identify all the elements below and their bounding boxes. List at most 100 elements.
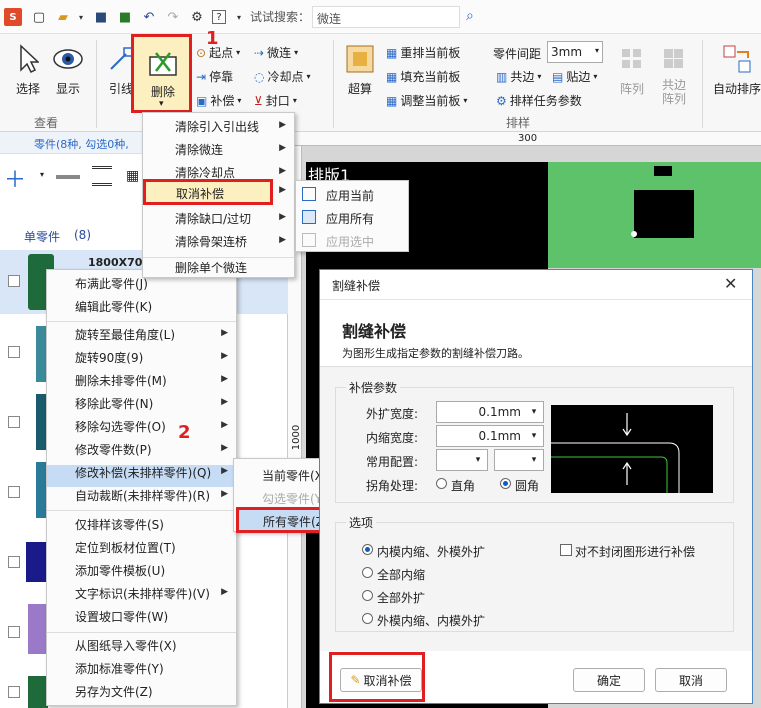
unclosed-shapes-checkbox[interactable]: [560, 544, 572, 556]
common-config-select-2[interactable]: ▾: [494, 449, 544, 471]
remove-part-icon[interactable]: [56, 175, 80, 179]
corner-round-radio[interactable]: [500, 478, 511, 489]
open-folder-icon[interactable]: ▰: [54, 8, 72, 26]
common-edge-button[interactable]: ▥ 共边 ▾: [496, 68, 541, 85]
delete-menu-item[interactable]: 清除引入引出线: [175, 118, 259, 135]
context-menu-item[interactable]: 添加标准零件(Y): [75, 660, 164, 677]
context-menu-item[interactable]: 编辑此零件(K): [75, 298, 152, 315]
cancel-compensation-submenu: 应用当前 应用所有 应用选中: [295, 180, 409, 252]
part-checkbox[interactable]: [8, 486, 20, 498]
fill-board-button[interactable]: ▦ 填充当前板: [386, 68, 460, 85]
context-menu-item[interactable]: 修改零件数(P): [75, 441, 152, 458]
single-parts-label: 单零件: [24, 230, 61, 244]
seal-button[interactable]: ⊻ 封口 ▾: [254, 92, 297, 109]
spacing-select[interactable]: 3mm ▾: [547, 41, 603, 63]
add-part-icon[interactable]: ＋: [4, 162, 26, 194]
cooling-point-button[interactable]: ◌ 冷却点 ▾: [254, 68, 311, 85]
help-icon[interactable]: ?: [212, 10, 226, 24]
dialog-title: 割缝补偿: [332, 279, 381, 293]
close-icon[interactable]: ✕: [724, 274, 737, 293]
search-icon[interactable]: ⌕: [466, 8, 474, 24]
part-checkbox[interactable]: [8, 626, 20, 638]
delete-menu-item[interactable]: 清除骨架连桥: [175, 233, 247, 250]
option-outer-shrink-inner-expand-radio[interactable]: [362, 613, 373, 624]
micro-joint-button[interactable]: ⇢ 微连 ▾: [254, 44, 298, 61]
undo-icon[interactable]: ↶: [140, 8, 158, 26]
apply-selected-item[interactable]: 应用选中: [326, 233, 374, 250]
save-as-icon[interactable]: ■: [116, 8, 134, 26]
context-menu-item[interactable]: 另存为文件(Z): [75, 683, 153, 700]
save-icon[interactable]: ■: [92, 8, 110, 26]
context-menu-item[interactable]: 删除未排零件(M): [75, 372, 167, 389]
context-menu-item[interactable]: 布满此零件(J): [75, 275, 148, 292]
auto-sort-button[interactable]: 自动排序: [712, 42, 761, 97]
list-view-toggle-icon[interactable]: ▦: [126, 168, 139, 184]
context-menu-item[interactable]: 定位到板材位置(T): [75, 539, 176, 556]
part-checkbox[interactable]: [8, 346, 20, 358]
context-menu-item[interactable]: 旋转至最佳角度(L): [75, 326, 175, 343]
delete-menu-item[interactable]: 清除微连: [175, 141, 223, 158]
delete-button[interactable]: 删除 ▾: [131, 34, 192, 113]
context-menu-item[interactable]: 移除此零件(N): [75, 395, 153, 412]
add-dropdown-icon[interactable]: ▾: [40, 170, 44, 179]
app-logo-icon[interactable]: S: [4, 8, 22, 26]
stop-button[interactable]: ⇥ 停靠: [196, 68, 233, 85]
context-menu-item[interactable]: 仅排样该零件(S): [75, 516, 164, 533]
delete-menu-item[interactable]: 清除缺口/过切: [175, 210, 251, 227]
context-menu-item[interactable]: 移除勾选零件(O): [75, 418, 166, 435]
start-point-button[interactable]: ⊙ 起点 ▾: [196, 44, 240, 61]
part-context-menu: 布满此零件(J) 编辑此零件(K) 旋转至最佳角度(L) ▶ 旋转90度(9) ▶ 删除未排…: [46, 269, 237, 706]
option-all-expand-radio[interactable]: [362, 590, 373, 601]
part-checkbox[interactable]: [8, 416, 20, 428]
array-button[interactable]: 阵列: [616, 46, 648, 97]
part-checkbox[interactable]: [8, 686, 20, 698]
context-menu-item[interactable]: 自动裁断(未排样零件)(R): [75, 487, 210, 504]
cancel-button[interactable]: 取消: [655, 668, 727, 692]
search-input[interactable]: 微连: [312, 6, 460, 28]
option-inner-shrink-outer-expand-radio[interactable]: [362, 544, 373, 555]
submenu-current-part[interactable]: 当前零件(X): [262, 467, 328, 484]
context-menu-item[interactable]: 从图纸导入零件(X): [75, 637, 177, 654]
select-button[interactable]: 选择: [10, 42, 46, 97]
adjust-board-label: 调整当前板: [400, 94, 461, 108]
list-view-icon[interactable]: [92, 166, 112, 186]
compensation-button[interactable]: ▣ 补偿 ▾: [196, 92, 241, 109]
new-file-icon[interactable]: ▢: [30, 8, 48, 26]
rearrange-button[interactable]: ▦ 重排当前板: [386, 44, 460, 61]
task-params-button[interactable]: ⚙ 排样任务参数: [496, 92, 582, 109]
part-checkbox[interactable]: [8, 556, 20, 568]
common-array-button[interactable]: 共边 阵列: [656, 46, 692, 106]
apply-current-item[interactable]: 应用当前: [326, 187, 374, 204]
context-menu-item[interactable]: 添加零件模板(U): [75, 562, 165, 579]
display-label: 显示: [55, 82, 80, 96]
context-menu-item[interactable]: 修改补偿(未排样零件)(Q): [75, 464, 211, 481]
outer-width-dropdown-icon[interactable]: ▾: [525, 402, 543, 422]
apply-all-item[interactable]: 应用所有: [326, 210, 374, 227]
context-menu-item[interactable]: 文字标识(未排样零件)(V): [75, 585, 210, 602]
cancel-compensation-button[interactable]: ✎ 取消补偿: [340, 668, 422, 692]
context-menu-item[interactable]: 旋转90度(9): [75, 349, 143, 366]
submenu-checked-parts[interactable]: 勾选零件(Y): [262, 490, 327, 507]
option-all-shrink-radio[interactable]: [362, 567, 373, 578]
supercompute-button[interactable]: 超算: [342, 42, 378, 97]
settings-gear-icon[interactable]: ⚙: [188, 8, 206, 26]
display-button[interactable]: 显示: [50, 42, 86, 97]
menu-item-cancel-compensation[interactable]: 取消补偿: [143, 179, 273, 205]
corner-straight-radio[interactable]: [436, 478, 447, 489]
open-dropdown-icon[interactable]: ▾: [72, 8, 90, 26]
supercompute-label: 超算: [347, 82, 372, 96]
inner-width-dropdown-icon[interactable]: ▾: [525, 426, 543, 446]
ok-button[interactable]: 确定: [573, 668, 645, 692]
context-menu-item[interactable]: 设置坡口零件(W): [75, 608, 168, 625]
delete-menu-item[interactable]: 删除单个微连: [175, 259, 247, 276]
inner-width-input[interactable]: 0.1mm ▾: [436, 425, 544, 447]
help-dropdown-icon[interactable]: ▾: [230, 8, 248, 26]
adjust-board-button[interactable]: ▦ 调整当前板 ▾: [386, 92, 467, 109]
common-config-select-1[interactable]: ▾: [436, 449, 488, 471]
task-params-label: 排样任务参数: [509, 94, 582, 108]
stick-edge-button[interactable]: ▤ 贴边 ▾: [552, 68, 597, 85]
outer-width-input[interactable]: 0.1mm ▾: [436, 401, 544, 423]
redo-icon[interactable]: ↷: [164, 8, 182, 26]
select-label: 选择: [15, 82, 40, 96]
part-checkbox[interactable]: [8, 275, 20, 287]
